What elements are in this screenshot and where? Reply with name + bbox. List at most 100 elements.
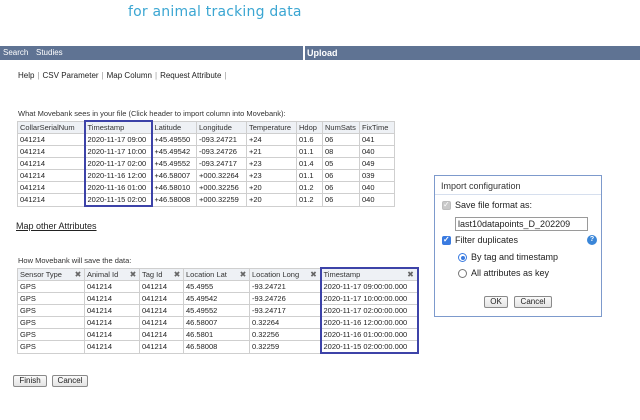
target-header-timestamp[interactable]: Timestamp ✖ bbox=[319, 267, 419, 281]
source-section-label: What Movebank sees in your file (Click h… bbox=[18, 109, 286, 118]
table-cell: 039 bbox=[359, 169, 395, 182]
subnav-help[interactable]: Help bbox=[18, 71, 34, 80]
target-header-label: Location Long bbox=[252, 269, 300, 279]
save-format-input[interactable]: last10datapoints_D_202209 bbox=[455, 217, 588, 231]
table-cell: 45.49552 bbox=[183, 304, 250, 317]
table-cell: +20 bbox=[246, 181, 297, 194]
table-cell: 0.32264 bbox=[249, 316, 321, 329]
finish-button[interactable]: Finish bbox=[13, 375, 47, 387]
source-header-hdop[interactable]: Hdop bbox=[296, 120, 323, 134]
table-cell: 06 bbox=[322, 169, 360, 182]
table-cell: 06 bbox=[322, 181, 360, 194]
help-icon[interactable]: ? bbox=[587, 235, 597, 245]
config-ok-button[interactable]: OK bbox=[484, 296, 508, 308]
table-cell: 46.5801 bbox=[183, 328, 250, 341]
map-other-attributes-link[interactable]: Map other Attributes bbox=[16, 221, 97, 231]
table-cell: 041214 bbox=[84, 292, 140, 305]
table-cell: 041214 bbox=[84, 340, 140, 354]
table-cell: 041214 bbox=[17, 145, 85, 158]
target-header-sensor-type[interactable]: Sensor Type ✖ bbox=[17, 267, 85, 281]
remove-column-icon[interactable]: ✖ bbox=[74, 270, 82, 279]
table-cell: GPS bbox=[17, 292, 85, 305]
table-cell: 0.32259 bbox=[249, 340, 321, 354]
target-data-table: Sensor Type ✖ Animal Id ✖ Tag Id ✖ Location… bbox=[17, 267, 419, 354]
table-cell: 041214 bbox=[139, 328, 184, 341]
table-cell: 041 bbox=[359, 133, 395, 146]
table-cell: -093.24717 bbox=[196, 157, 247, 170]
table-cell: -93.24721 bbox=[249, 280, 321, 293]
table-cell: 040 bbox=[359, 193, 395, 207]
subnav-csv-parameter[interactable]: CSV Parameter bbox=[43, 71, 99, 80]
table-row: 041214 2020-11-17 02:00 +45.49552 -093.2471… bbox=[17, 157, 395, 170]
filter-duplicates-checkbox[interactable] bbox=[442, 235, 451, 245]
table-cell: 049 bbox=[359, 157, 395, 170]
radio-all-attributes-as-key[interactable] bbox=[458, 269, 467, 278]
subnav: Help | CSV Parameter | Map Column | Request At… bbox=[18, 71, 227, 80]
remove-column-icon[interactable]: ✖ bbox=[173, 270, 181, 279]
radio-by-tag-and-timestamp[interactable] bbox=[458, 253, 467, 262]
save-format-label: Save file format as: bbox=[455, 200, 533, 210]
target-header-animal-id[interactable]: Animal Id ✖ bbox=[84, 267, 140, 281]
panel-divider bbox=[435, 194, 601, 195]
table-cell: 041214 bbox=[84, 304, 140, 317]
target-header-label: Tag Id bbox=[142, 269, 163, 279]
source-header-longitude[interactable]: Longitude bbox=[196, 120, 247, 134]
table-cell: 041214 bbox=[139, 292, 184, 305]
table-cell: 040 bbox=[359, 181, 395, 194]
remove-column-icon[interactable]: ✖ bbox=[407, 271, 415, 279]
target-header-label: Location Lat bbox=[186, 269, 227, 279]
table-cell: 040 bbox=[359, 145, 395, 158]
table-cell: 01.4 bbox=[296, 157, 323, 170]
source-header-temperature[interactable]: Temperature bbox=[246, 120, 297, 134]
table-cell: 01.1 bbox=[296, 169, 323, 182]
subnav-map-column[interactable]: Map Column bbox=[107, 71, 152, 80]
target-header-location-lat[interactable]: Location Lat ✖ bbox=[183, 267, 250, 281]
table-cell: +45.49550 bbox=[151, 133, 197, 146]
table-cell: +46.58007 bbox=[151, 169, 197, 182]
table-cell: GPS bbox=[17, 280, 85, 293]
filter-duplicates-label: Filter duplicates bbox=[455, 235, 519, 245]
table-row: GPS 041214 041214 45.4955 -93.24721 2020-11-1… bbox=[17, 280, 419, 293]
subnav-request-attribute[interactable]: Request Attribute bbox=[160, 71, 221, 80]
table-row: GPS 041214 041214 46.58007 0.32264 2020-11-16… bbox=[17, 316, 419, 329]
target-header-label: Animal Id bbox=[87, 269, 119, 279]
table-cell: 01.6 bbox=[296, 133, 323, 146]
table-cell: +45.49552 bbox=[151, 157, 197, 170]
table-cell: -93.24717 bbox=[249, 304, 321, 317]
table-row: 041214 2020-11-17 10:00 +45.49542 -093.2472… bbox=[17, 145, 395, 158]
table-cell: -093.24726 bbox=[196, 145, 247, 158]
target-section-label: How Movebank will save the data: bbox=[18, 256, 132, 265]
top-nav-bar: Search Studies Upload bbox=[0, 46, 640, 60]
remove-column-icon[interactable]: ✖ bbox=[310, 270, 318, 279]
table-cell: 041214 bbox=[139, 340, 184, 354]
table-cell: 041214 bbox=[84, 280, 140, 293]
table-cell: 2020-11-17 10:00:00.000 bbox=[319, 292, 419, 305]
target-header-tag-id[interactable]: Tag Id ✖ bbox=[139, 267, 184, 281]
nav-divider bbox=[303, 46, 305, 60]
table-cell: 2020-11-16 01:00:00.000 bbox=[319, 328, 419, 341]
remove-column-icon[interactable]: ✖ bbox=[129, 270, 137, 279]
target-header-location-long[interactable]: Location Long ✖ bbox=[249, 267, 321, 281]
nav-upload[interactable]: Upload bbox=[307, 46, 338, 60]
table-cell: 46.58008 bbox=[183, 340, 250, 354]
table-cell: GPS bbox=[17, 328, 85, 341]
remove-column-icon[interactable]: ✖ bbox=[239, 270, 247, 279]
table-cell: +000.32264 bbox=[196, 169, 247, 182]
nav-studies[interactable]: Studies bbox=[36, 47, 63, 59]
table-row: GPS 041214 041214 45.49552 -93.24717 2020-11-… bbox=[17, 304, 419, 317]
config-cancel-button[interactable]: Cancel bbox=[514, 296, 552, 308]
radio-label-by-tag-and-timestamp: By tag and timestamp bbox=[471, 252, 559, 262]
source-header-fixtime[interactable]: FixTime bbox=[359, 120, 395, 134]
save-format-checkbox[interactable] bbox=[442, 200, 451, 210]
table-cell: +46.58010 bbox=[151, 181, 197, 194]
cancel-button[interactable]: Cancel bbox=[52, 375, 88, 387]
table-cell: +000.32259 bbox=[196, 193, 247, 207]
source-header-collarserialnum[interactable]: CollarSerialNum bbox=[17, 120, 85, 134]
source-header-latitude[interactable]: Latitude bbox=[151, 120, 197, 134]
table-cell: 2020-11-17 02:00:00.000 bbox=[319, 304, 419, 317]
table-cell: +23 bbox=[246, 169, 297, 182]
source-header-numsats[interactable]: NumSats bbox=[322, 120, 360, 134]
source-header-timestamp[interactable]: Timestamp bbox=[83, 120, 153, 134]
table-cell: 2020-11-17 10:00 bbox=[83, 145, 153, 158]
nav-search[interactable]: Search bbox=[3, 47, 28, 59]
